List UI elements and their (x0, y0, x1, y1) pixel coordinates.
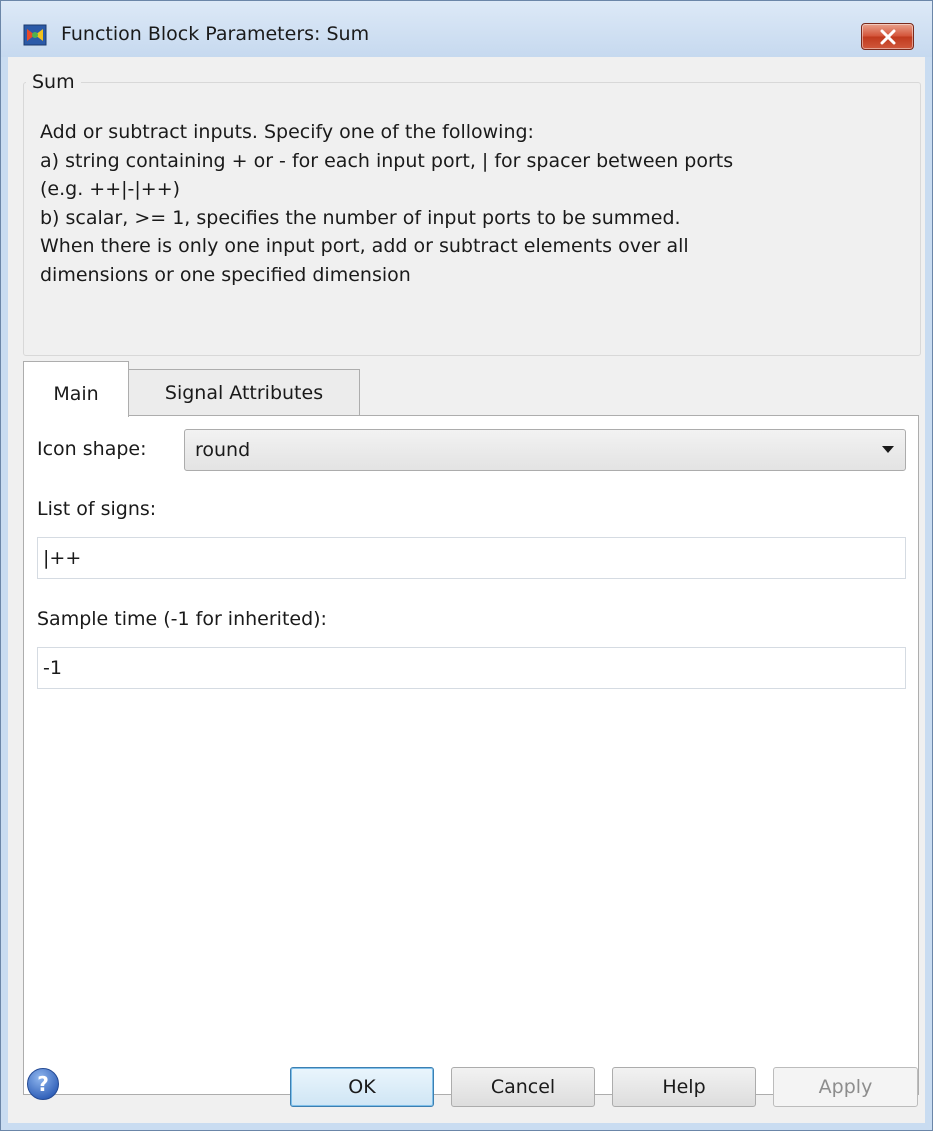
window-title: Function Block Parameters: Sum (61, 23, 370, 45)
tab-signal-attributes[interactable]: Signal Attributes (128, 369, 360, 416)
help-question-icon[interactable]: ? (26, 1067, 60, 1101)
dialog-client-area: Sum Add or subtract inputs. Specify one … (8, 57, 925, 1123)
svg-text:?: ? (37, 1072, 49, 1096)
list-of-signs-field[interactable] (37, 537, 906, 579)
sample-time-label: Sample time (-1 for inherited): (37, 608, 327, 630)
close-icon (880, 29, 896, 45)
dialog-window: Function Block Parameters: Sum Sum Add o… (0, 0, 933, 1131)
description-line: When there is only one input port, add o… (40, 235, 689, 257)
icon-shape-dropdown[interactable]: round (184, 429, 906, 471)
title-bar[interactable]: Function Block Parameters: Sum (1, 1, 932, 57)
tab-panel-main (23, 415, 919, 1095)
close-button[interactable] (861, 23, 914, 50)
group-legend: Sum (26, 71, 81, 93)
block-description: Add or subtract inputs. Specify one of t… (40, 118, 910, 289)
apply-button[interactable]: Apply (773, 1067, 918, 1107)
description-line: Add or subtract inputs. Specify one of t… (40, 121, 534, 143)
description-line: (e.g. ++|-|++) (40, 178, 181, 200)
simulink-icon (23, 23, 47, 47)
description-line: a) string containing + or - for each inp… (40, 149, 734, 172)
list-of-signs-label: List of signs: (37, 498, 157, 520)
icon-shape-label: Icon shape: (37, 438, 147, 460)
description-line: dimensions or one specified dimension (40, 263, 411, 286)
help-button[interactable]: Help (612, 1067, 756, 1107)
description-line: b) scalar, >= 1, specifies the number of… (40, 206, 681, 229)
icon-shape-value: round (195, 439, 251, 461)
ok-button[interactable]: OK (290, 1067, 434, 1107)
tab-main[interactable]: Main (23, 361, 129, 417)
cancel-button[interactable]: Cancel (451, 1067, 595, 1107)
chevron-down-icon (882, 446, 894, 453)
sample-time-field[interactable] (37, 647, 906, 689)
